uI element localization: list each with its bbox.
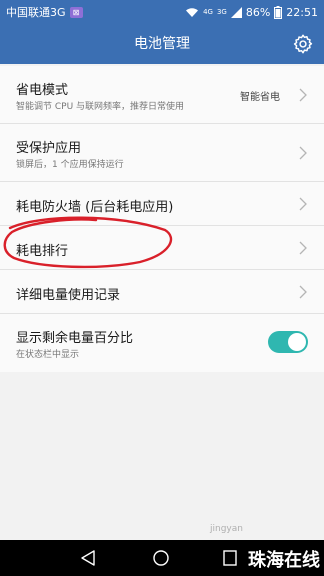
signal-icon bbox=[230, 6, 242, 18]
network-type-label: 3G bbox=[216, 7, 227, 16]
sim-badge-icon: ⊠ bbox=[69, 6, 83, 18]
watermark-logo: 珠海在线 bbox=[248, 550, 320, 571]
settings-item-power-saving-mode[interactable]: 省电模式 智能调节 CPU 与联网频率，推荐日常使用 智能省电 bbox=[0, 66, 324, 124]
settings-item-title: 耗电排行 bbox=[16, 244, 69, 259]
status-bar: 中国联通3G ⊠ 4G 3G 86% 22:51 bbox=[0, 0, 324, 24]
battery-icon bbox=[274, 5, 283, 19]
clock-time: 22:51 bbox=[286, 5, 318, 19]
home-icon[interactable] bbox=[152, 549, 170, 567]
battery-percent-toggle[interactable] bbox=[268, 331, 308, 353]
recent-apps-icon[interactable] bbox=[222, 549, 238, 567]
settings-item-title: 耗电防火墙 (后台耗电应用) bbox=[16, 200, 174, 215]
settings-item-title: 详细电量使用记录 bbox=[16, 288, 121, 303]
carrier-group: 中国联通3G ⊠ bbox=[6, 4, 185, 20]
network-small-label: 4G bbox=[203, 7, 213, 16]
settings-item-show-battery-percent[interactable]: 显示剩余电量百分比 在状态栏中显示 bbox=[0, 314, 324, 372]
back-icon[interactable] bbox=[80, 549, 96, 567]
settings-item-subtitle: 智能调节 CPU 与联网频率，推荐日常使用 bbox=[16, 102, 185, 112]
chevron-right-icon bbox=[299, 197, 307, 211]
settings-item-usage-history[interactable]: 详细电量使用记录 bbox=[0, 270, 324, 314]
page-title: 电池管理 bbox=[134, 36, 190, 52]
chevron-right-icon bbox=[299, 88, 307, 102]
chevron-right-icon bbox=[299, 241, 307, 255]
settings-list: 省电模式 智能调节 CPU 与联网频率，推荐日常使用 智能省电 受保护应用 锁屏… bbox=[0, 66, 324, 372]
chevron-right-icon bbox=[299, 146, 307, 160]
settings-item-subtitle: 锁屏后，1 个应用保持运行 bbox=[16, 160, 124, 170]
settings-item-power-firewall[interactable]: 耗电防火墙 (后台耗电应用) bbox=[0, 182, 324, 226]
status-right-group: 4G 3G 86% 22:51 bbox=[185, 5, 318, 19]
gear-icon[interactable] bbox=[292, 33, 314, 55]
settings-item-protected-apps[interactable]: 受保护应用 锁屏后，1 个应用保持运行 bbox=[0, 124, 324, 182]
settings-item-power-ranking[interactable]: 耗电排行 bbox=[0, 226, 324, 270]
app-bar: 电池管理 bbox=[0, 24, 324, 64]
carrier-label: 中国联通3G bbox=[6, 6, 66, 19]
settings-item-title: 受保护应用 bbox=[16, 141, 82, 156]
watermark-sub-text: jingyan bbox=[210, 524, 243, 534]
wifi-icon bbox=[186, 7, 199, 17]
settings-item-value: 智能省电 bbox=[240, 92, 280, 103]
settings-item-subtitle: 在状态栏中显示 bbox=[16, 350, 80, 360]
settings-item-title: 显示剩余电量百分比 bbox=[16, 331, 134, 346]
chevron-right-icon bbox=[299, 285, 307, 299]
battery-percent: 86% bbox=[245, 5, 271, 19]
toggle-knob bbox=[288, 333, 306, 351]
settings-item-title: 省电模式 bbox=[16, 83, 69, 98]
